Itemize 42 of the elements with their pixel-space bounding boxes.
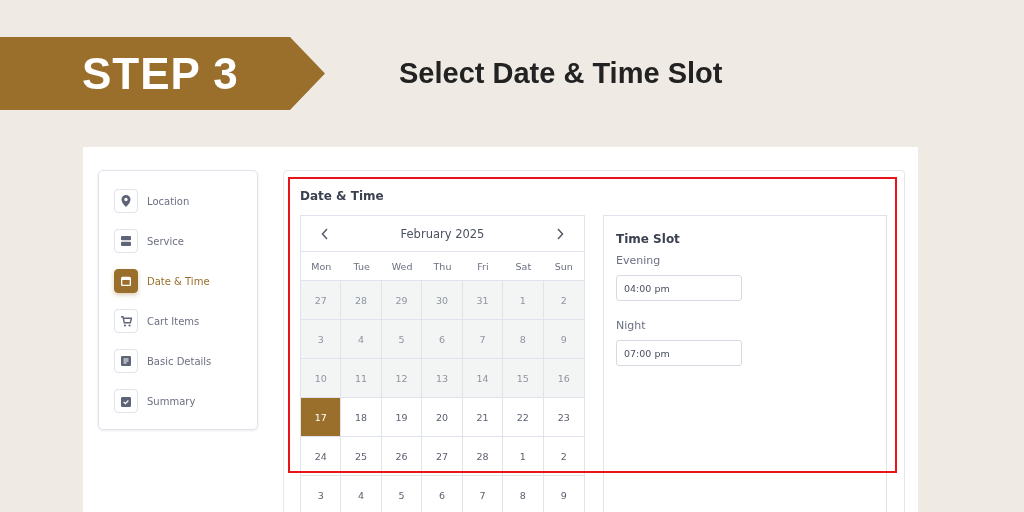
time-field[interactable]: 04:00 pm (616, 275, 742, 301)
weekday-label: Thu (432, 260, 453, 272)
step-label: STEP 3 (82, 48, 239, 99)
day-cell[interactable]: 28 (462, 437, 504, 476)
weekday-label: Sat (514, 260, 533, 272)
pin-icon (121, 195, 131, 207)
day-cell[interactable]: 20 (422, 398, 463, 437)
step-item[interactable]: Service (114, 229, 257, 253)
cart-icon (120, 315, 132, 327)
day-cell[interactable]: 26 (381, 437, 423, 476)
step-item[interactable]: Date & Time (114, 269, 257, 293)
day-cell[interactable]: 25 (341, 437, 382, 476)
clipboard-check-icon (121, 395, 131, 407)
server-icon (121, 236, 131, 246)
day-cell[interactable]: 19 (381, 398, 423, 437)
day-cell[interactable]: 21 (462, 398, 504, 437)
slot-group-label: Night (616, 319, 647, 332)
step-item[interactable]: Basic Details (114, 349, 257, 373)
chevron-right-icon[interactable] (556, 227, 564, 240)
day-cell[interactable]: 18 (341, 398, 382, 437)
day-cell[interactable]: 1 (503, 437, 544, 476)
page-heading: Select Date & Time Slot (399, 57, 723, 90)
weekday-label: Mon (310, 260, 333, 272)
weekday-label: Sun (553, 260, 574, 272)
weekday-label: Wed (390, 260, 414, 272)
calendar-icon (121, 276, 131, 286)
month-label: February 2025 (400, 226, 485, 241)
step-item[interactable]: Location (114, 189, 257, 213)
day-cell[interactable]: 17 (301, 398, 342, 437)
chevron-left-icon[interactable] (321, 227, 329, 240)
document-icon (121, 356, 131, 366)
day-cell[interactable]: 27 (422, 437, 463, 476)
weekday-label: Fri (476, 260, 490, 272)
step-item[interactable]: Cart Items (114, 309, 257, 333)
day-cell[interactable]: 24 (301, 437, 342, 476)
step-item[interactable]: Summary (114, 389, 257, 413)
section-title: Date & Time (300, 189, 385, 205)
weekday-label: Tue (352, 260, 371, 272)
time-slot-title: Time Slot (616, 232, 681, 246)
day-cell[interactable]: 22 (503, 398, 544, 437)
slot-group-label: Evening (616, 254, 662, 267)
time-field[interactable]: 07:00 pm (616, 340, 742, 366)
